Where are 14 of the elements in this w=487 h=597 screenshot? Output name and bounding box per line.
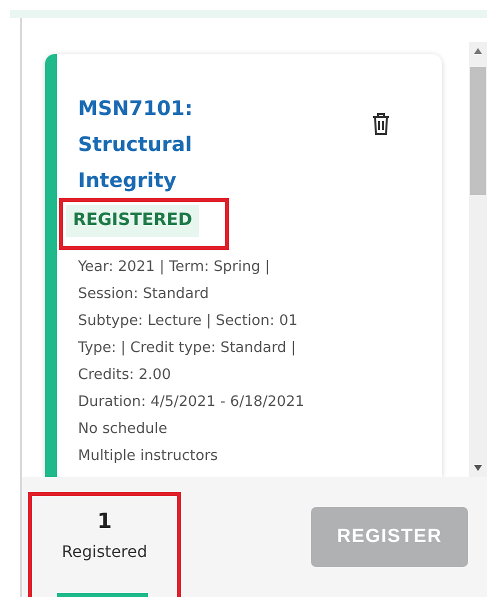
detail-line: Duration: 4/5/2021 - 6/18/2021 xyxy=(78,392,306,412)
detail-line: Multiple instructors xyxy=(78,446,219,466)
scroll-up-icon[interactable] xyxy=(474,48,482,54)
delete-icon[interactable] xyxy=(372,112,390,136)
registered-count: 1 xyxy=(96,508,113,534)
registered-label: Registered xyxy=(60,541,148,563)
detail-line: No schedule xyxy=(78,420,168,438)
status-badge: REGISTERED xyxy=(66,205,200,236)
scroll-down-icon[interactable] xyxy=(474,465,482,471)
scrollbar[interactable] xyxy=(469,42,487,477)
detail-line: Type: | Credit type: Standard | Credits: 2.00 xyxy=(78,338,297,384)
course-title[interactable]: MSN7101: Structural Integrity xyxy=(78,90,238,198)
detail-line: Year: 2021 | Term: Spring | Session: Standard xyxy=(78,258,271,304)
detail-line: Subtype: Lecture | Section: 01 xyxy=(78,312,299,330)
